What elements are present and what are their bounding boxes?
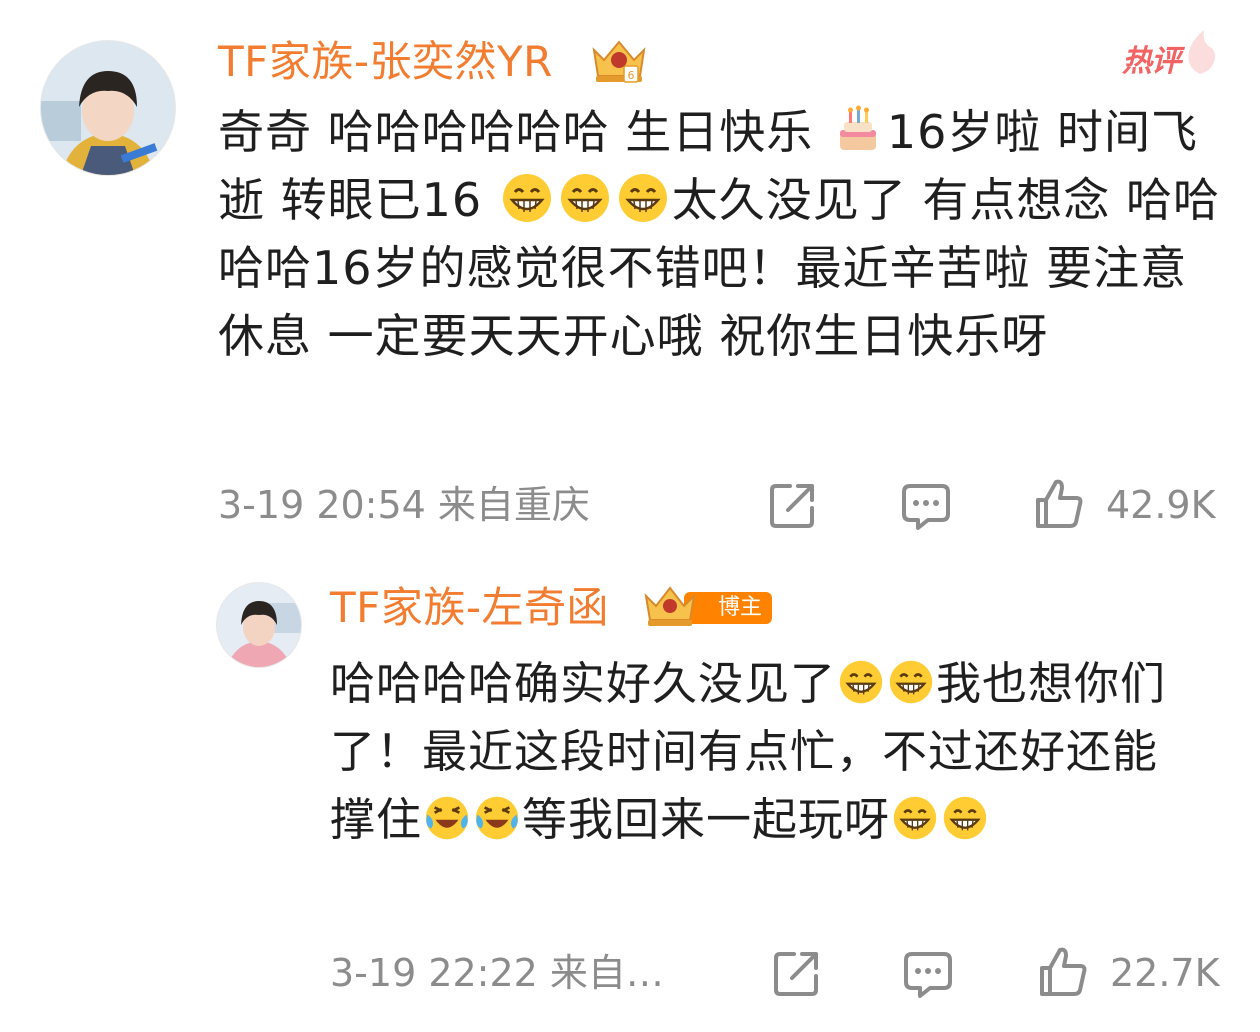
replier-name[interactable]: TF家族-左奇函 [330,580,609,636]
crown-badge-icon [644,586,696,626]
reply-like-count: 22.7K [1110,951,1220,995]
share-icon[interactable] [770,946,824,1000]
grin-emoji [839,660,883,704]
hot-comment-tag: 热评 [1122,44,1181,79]
like-icon[interactable] [1036,942,1090,1000]
flame-decoration-icon [1188,30,1215,74]
grin-emoji [618,174,667,222]
like-count: 42.9K [1106,483,1216,527]
commenter-name[interactable]: TF家族-张奕然YR [218,34,553,90]
comment-text: 奇奇 哈哈哈哈哈哈 生日快乐 16岁啦 时间飞逝 转眼已16 太久没见了 有点想… [218,98,1228,370]
commenter-avatar[interactable] [40,40,176,176]
comment-icon[interactable] [898,478,954,534]
reply-text-part-3: 等我回来一起玩呀 [522,793,891,846]
grin-emoji [893,796,937,840]
laugh-cry-emoji [425,796,469,840]
birthday-cake-icon [839,105,876,150]
laugh-cry-emoji [475,796,519,840]
reply-text: 哈哈哈哈确实好久没见了 我也想你们了！最近这段时间有点忙，不过还好还能撑住 等我回来… [330,650,1190,854]
replier-avatar[interactable] [216,582,302,668]
blogger-badge-label: 博主 [718,595,763,620]
reply-text-part-1: 哈哈哈哈确实好久没见了 [330,657,837,710]
reply-time-location: 3-19 22:22 来自… [330,951,664,995]
comment-time-location: 3-19 20:54 来自重庆 [218,483,590,527]
comment-text-part-1: 奇奇 哈哈哈哈哈哈 生日快乐 [218,105,829,159]
like-icon[interactable] [1032,474,1086,532]
blogger-badge: 博主 [644,586,773,626]
grin-emoji [502,174,551,222]
grin-emoji [943,796,987,840]
comment-icon[interactable] [900,946,956,1002]
share-icon[interactable] [766,478,820,532]
grin-emoji [560,174,609,222]
svg-text:6: 6 [628,69,635,82]
grin-emoji [889,660,933,704]
crown-badge-icon: 6 [592,40,646,83]
